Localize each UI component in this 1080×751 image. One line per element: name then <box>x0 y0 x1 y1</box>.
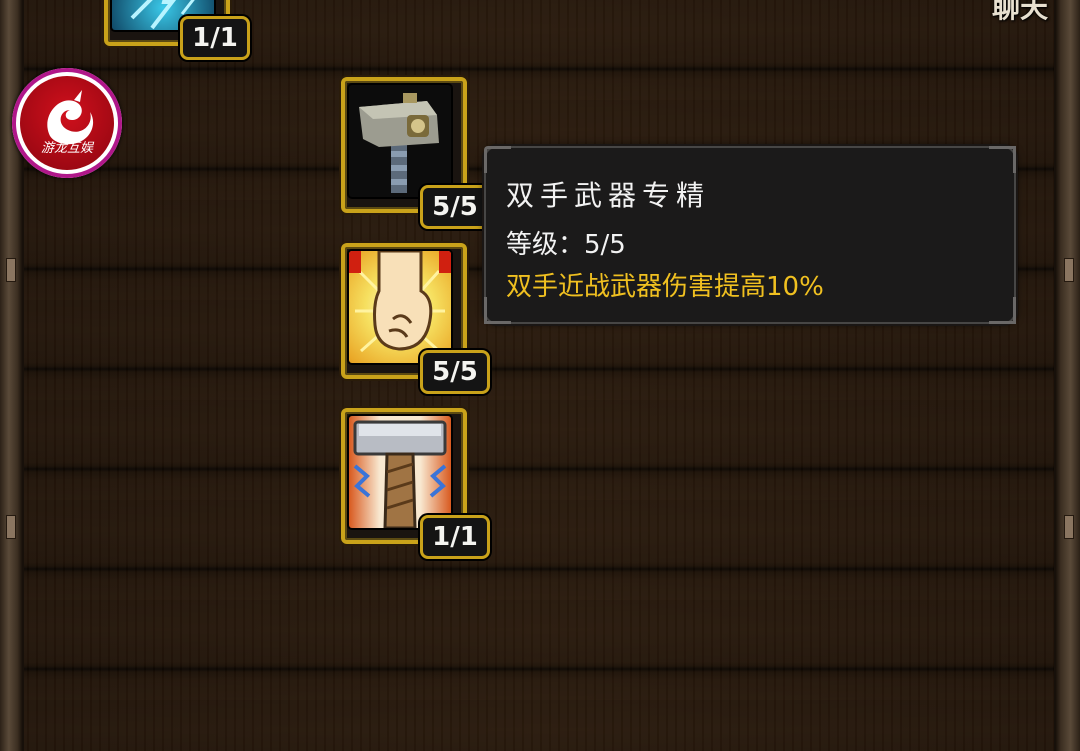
skill-level-badge: 1/1 <box>420 515 490 559</box>
logo-text: 游龙互娱 <box>40 141 93 156</box>
tooltip-title: 双手武器专精 <box>506 179 711 212</box>
tooltip-description: 双手近战武器伤害提高10% <box>506 272 824 302</box>
watermark-logo: 游龙互娱 <box>12 68 122 178</box>
skill-level-badge: 1/1 <box>180 16 250 60</box>
chat-button-label[interactable]: 聊天 <box>992 0 1048 26</box>
skill-level-badge: 5/5 <box>420 350 490 394</box>
frame-rivet <box>1064 515 1074 539</box>
wood-background <box>0 0 1080 751</box>
frame-rivet <box>6 258 16 282</box>
skill-tooltip: 双手武器专精 等级：5/5 双手近战武器伤害提高10% <box>484 146 1016 324</box>
thor-hammer-icon <box>349 416 451 528</box>
skill-level-badge: 5/5 <box>420 185 490 229</box>
war-hammer-icon <box>349 85 451 197</box>
frame-rivet <box>6 515 16 539</box>
frame-rivet <box>1064 258 1074 282</box>
tooltip-corner <box>989 297 1016 324</box>
tooltip-corner <box>989 146 1016 173</box>
right-frame-border <box>1054 0 1080 751</box>
tooltip-level: 等级：5/5 <box>506 230 626 260</box>
tooltip-corner <box>484 146 511 173</box>
fist-icon <box>349 251 451 363</box>
